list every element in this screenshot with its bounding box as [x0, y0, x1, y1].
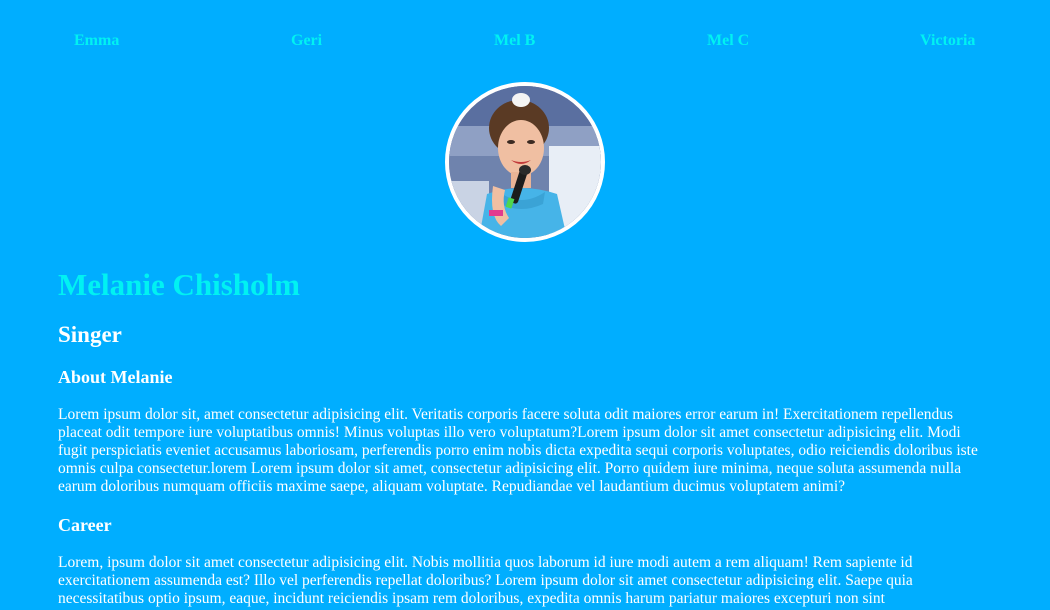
top-navigation: Emma Geri Mel B Mel C Victoria	[0, 31, 1050, 51]
profile-role: Singer	[58, 322, 122, 347]
about-heading: About Melanie	[58, 367, 173, 387]
about-text: Lorem ipsum dolor sit, amet consectetur …	[58, 406, 978, 495]
nav-link-geri[interactable]: Geri	[291, 31, 322, 51]
singer-photo-icon	[449, 86, 601, 238]
profile-photo	[445, 82, 605, 242]
nav-link-emma[interactable]: Emma	[74, 31, 119, 51]
career-heading: Career	[58, 515, 112, 535]
profile-name: Melanie Chisholm	[58, 267, 300, 302]
nav-link-mel-b[interactable]: Mel B	[494, 31, 535, 51]
career-text: Lorem, ipsum dolor sit amet consectetur …	[58, 554, 913, 607]
nav-link-victoria[interactable]: Victoria	[920, 31, 975, 51]
profile-content: Melanie Chisholm Singer About Melanie Lo…	[58, 262, 993, 608]
nav-link-mel-c[interactable]: Mel C	[707, 31, 749, 51]
